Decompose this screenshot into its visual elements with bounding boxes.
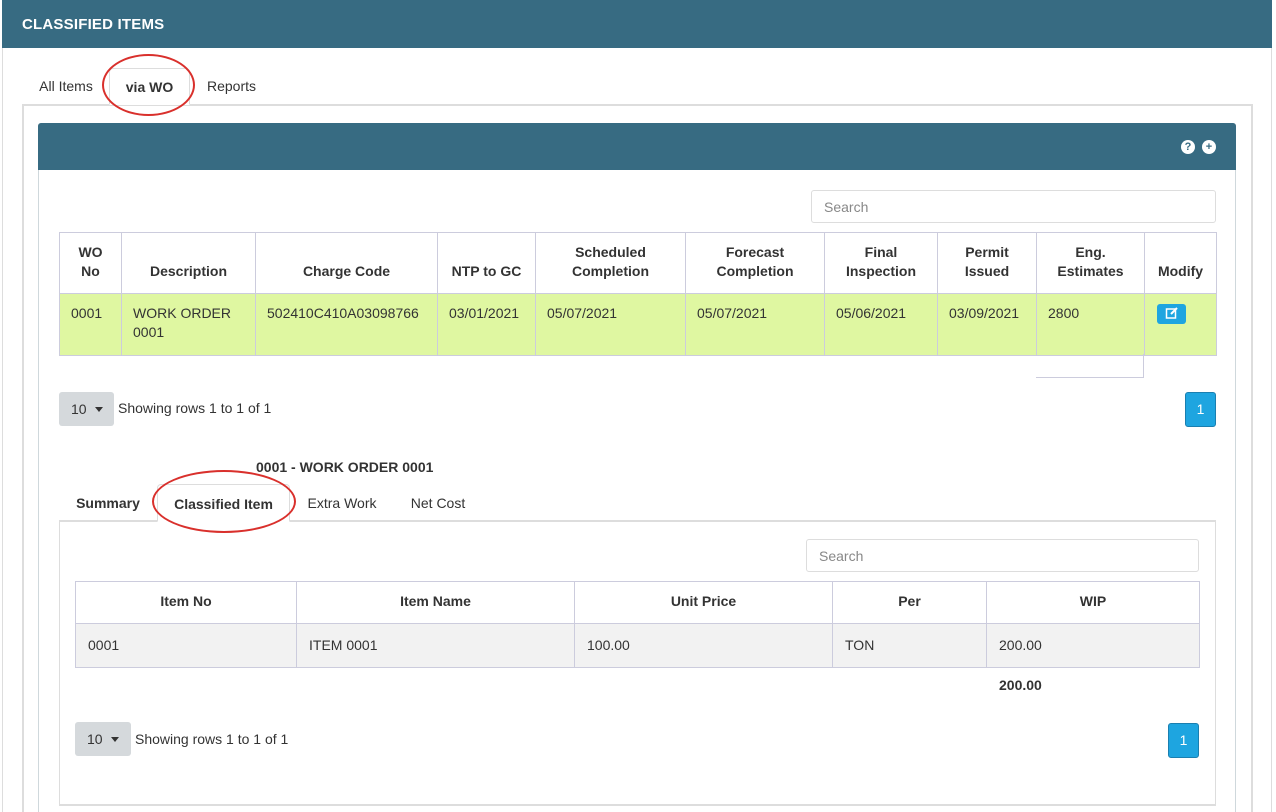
cell-item-name: ITEM 0001 (296, 623, 575, 668)
wo-rows-info: Showing rows 1 to 1 of 1 (118, 400, 272, 416)
plus-circle-icon[interactable]: + (1202, 140, 1216, 154)
cell-estimates: 2800 (1036, 293, 1145, 356)
page-size-value: 10 (71, 401, 87, 417)
column-header-forecast[interactable]: Forecast Completion (685, 232, 825, 294)
table-row[interactable]: 0001 WORK ORDER 0001 502410C410A03098766… (59, 293, 1217, 356)
panel-header (38, 123, 1236, 170)
column-header-charge-code[interactable]: Charge Code (255, 232, 438, 294)
wo-search-input[interactable] (811, 190, 1216, 223)
tab-all-items[interactable]: All Items (28, 68, 104, 105)
cell-wip: 200.00 (986, 623, 1200, 668)
column-header-wip[interactable]: WIP (986, 581, 1200, 624)
cell-ntp: 03/01/2021 (437, 293, 536, 356)
column-header-scheduled[interactable]: Scheduled Completion (535, 232, 686, 294)
column-header-unit-price[interactable]: Unit Price (574, 581, 833, 624)
column-header-final-inspection[interactable]: Final Inspection (824, 232, 938, 294)
column-header-item-name[interactable]: Item Name (296, 581, 575, 624)
work-order-table: WO No Description Charge Code NTP to GC … (59, 232, 1217, 356)
edit-icon[interactable] (1157, 304, 1186, 324)
cell-wo-no: 0001 (59, 293, 122, 356)
column-header-item-no[interactable]: Item No (75, 581, 297, 624)
table-header-row: WO No Description Charge Code NTP to GC … (59, 232, 1217, 294)
frame-border (2, 48, 3, 812)
table-border-fragment (1143, 354, 1144, 378)
ci-page-1-button[interactable]: 1 (1168, 723, 1199, 758)
tab-classified-item[interactable]: Classified Item (157, 484, 290, 522)
work-order-title: 0001 - WORK ORDER 0001 (256, 459, 434, 475)
column-header-ntp[interactable]: NTP to GC (437, 232, 536, 294)
table-border-fragment (1036, 377, 1143, 378)
page-size-value: 10 (87, 731, 103, 747)
ci-rows-info: Showing rows 1 to 1 of 1 (135, 731, 289, 747)
table-header-row: Item No Item Name Unit Price Per WIP (75, 581, 1200, 624)
cell-unit-price: 100.00 (574, 623, 833, 668)
cell-modify (1144, 293, 1217, 356)
column-header-modify: Modify (1144, 232, 1217, 294)
frame-border (1271, 48, 1272, 812)
tab-summary[interactable]: Summary (68, 484, 148, 522)
column-header-description[interactable]: Description (121, 232, 256, 294)
column-header-per[interactable]: Per (832, 581, 987, 624)
cell-final-inspection: 05/06/2021 (824, 293, 938, 356)
column-header-permit[interactable]: Permit Issued (937, 232, 1037, 294)
tab-extra-work[interactable]: Extra Work (296, 484, 388, 522)
tab-via-wo[interactable]: via WO (109, 68, 190, 105)
column-header-estimates[interactable]: Eng. Estimates (1036, 232, 1145, 294)
cell-scheduled: 05/07/2021 (535, 293, 686, 356)
cell-item-no: 0001 (75, 623, 297, 668)
page-header: CLASSIFIED ITEMS (2, 0, 1272, 48)
tab-reports[interactable]: Reports (196, 68, 267, 105)
column-header-wo-no[interactable]: WO No (59, 232, 122, 294)
cell-permit: 03/09/2021 (937, 293, 1037, 356)
ci-search-input[interactable] (806, 539, 1199, 572)
caret-down-icon (110, 737, 119, 742)
cell-description: WORK ORDER 0001 (121, 293, 256, 356)
wo-page-1-button[interactable]: 1 (1185, 392, 1216, 427)
classified-items-table: Item No Item Name Unit Price Per WIP 000… (75, 581, 1200, 668)
question-circle-icon[interactable]: ? (1181, 140, 1195, 154)
cell-per: TON (832, 623, 987, 668)
caret-down-icon (94, 407, 103, 412)
cell-forecast: 05/07/2021 (685, 293, 825, 356)
page-title: CLASSIFIED ITEMS (22, 16, 165, 33)
ci-page-size-select[interactable]: 10 (75, 722, 131, 756)
cell-charge-code: 502410C410A03098766 (255, 293, 438, 356)
table-row[interactable]: 0001 ITEM 0001 100.00 TON 200.00 (75, 623, 1200, 668)
wip-total: 200.00 (999, 677, 1042, 693)
wo-page-size-select[interactable]: 10 (59, 392, 114, 426)
tab-net-cost[interactable]: Net Cost (397, 484, 479, 522)
